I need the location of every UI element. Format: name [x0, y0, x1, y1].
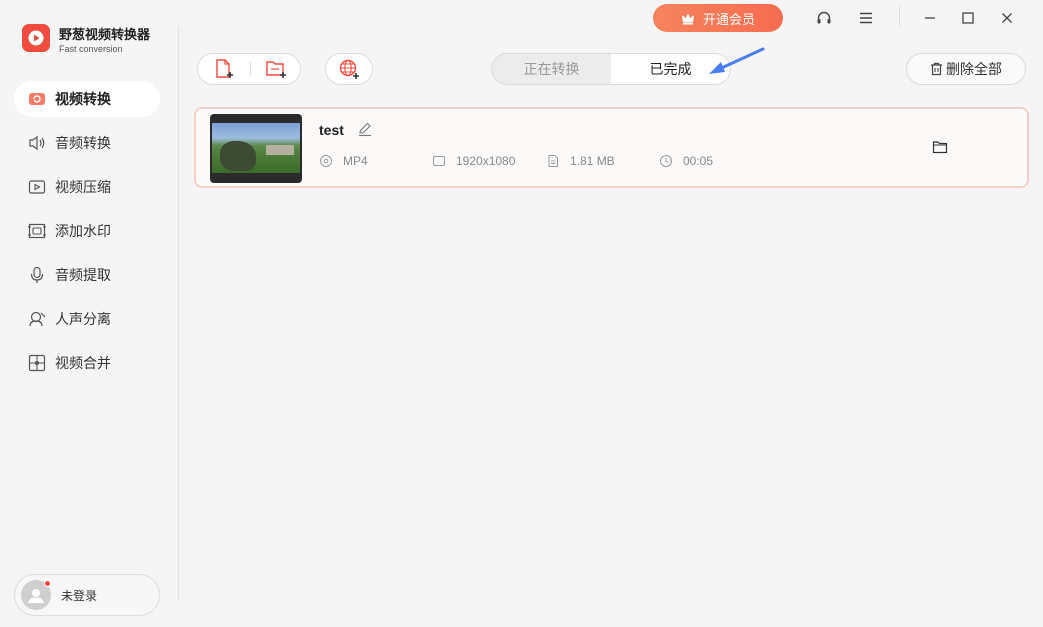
add-file-button[interactable]	[198, 54, 250, 84]
file-duration: 00:05	[659, 153, 713, 169]
sidebar-item-label: 视频压缩	[55, 179, 111, 195]
titlebar-divider	[899, 5, 900, 27]
vip-button-label: 开通会员	[702, 11, 755, 27]
sidebar: 野葱视频转换器 Fast conversion 视频转换 音频转换 视频压缩 添…	[0, 0, 178, 627]
thumbnail-detail	[220, 141, 256, 171]
app-window: 野葱视频转换器 Fast conversion 视频转换 音频转换 视频压缩 添…	[0, 0, 1043, 627]
close-icon[interactable]	[995, 6, 1019, 30]
file-duration-value: 00:05	[683, 154, 714, 168]
sidebar-item-audio-extract[interactable]: 音频提取	[14, 257, 160, 293]
sidebar-item-vocal-separate[interactable]: 人声分离	[14, 301, 160, 337]
vocal-separate-icon	[27, 309, 47, 329]
sidebar-item-label: 视频合并	[55, 355, 111, 371]
file-format: MP4	[319, 153, 368, 169]
file-name: test	[319, 122, 344, 138]
edit-name-icon[interactable]	[357, 121, 373, 142]
tab-converting[interactable]: 正在转换	[492, 54, 611, 84]
user-icon	[28, 589, 44, 603]
video-compress-icon	[27, 177, 47, 197]
crown-icon	[681, 12, 695, 25]
sidebar-item-label: 音频转换	[55, 135, 111, 151]
video-merge-icon	[27, 353, 47, 373]
web-download-button[interactable]	[325, 53, 373, 85]
clock-icon	[659, 154, 673, 168]
menu-icon[interactable]	[854, 6, 878, 30]
globe-icon	[339, 59, 359, 79]
audio-extract-icon	[27, 265, 47, 285]
sidebar-item-watermark[interactable]: 添加水印	[14, 213, 160, 249]
file-resolution: 1920x1080	[432, 153, 515, 169]
notification-dot	[44, 580, 51, 587]
sidebar-item-video-convert[interactable]: 视频转换	[14, 81, 160, 117]
thumbnail-detail	[266, 145, 294, 155]
vip-button[interactable]: 开通会员	[653, 4, 783, 32]
app-name: 野葱视频转换器	[59, 27, 151, 42]
add-folder-icon	[266, 61, 286, 78]
sidebar-item-video-merge[interactable]: 视频合并	[14, 345, 160, 381]
file-resolution-value: 1920x1080	[456, 154, 516, 168]
file-size-value: 1.81 MB	[570, 154, 615, 168]
sidebar-item-label: 添加水印	[55, 223, 111, 239]
file-size: 1.81 MB	[546, 153, 615, 169]
file-size-icon	[546, 154, 560, 168]
sidebar-item-audio-convert[interactable]: 音频转换	[14, 125, 160, 161]
video-convert-icon	[27, 89, 47, 109]
resolution-icon	[432, 154, 446, 168]
file-card[interactable]: test MP4 1920x1080 1.81 MB 00:05	[194, 107, 1029, 188]
user-login-button[interactable]: 未登录	[14, 574, 160, 616]
add-files-group	[197, 53, 301, 85]
minimize-icon[interactable]	[918, 6, 942, 30]
format-icon	[319, 154, 333, 168]
delete-all-label: 删除全部	[946, 61, 1002, 77]
delete-all-button[interactable]: 删除全部	[906, 53, 1026, 85]
annotation-arrow-icon	[709, 47, 765, 74]
maximize-icon[interactable]	[956, 6, 980, 30]
status-tabs: 正在转换 已完成	[491, 53, 731, 85]
add-folder-button[interactable]	[250, 54, 302, 84]
sidebar-item-video-compress[interactable]: 视频压缩	[14, 169, 160, 205]
sidebar-item-label: 视频转换	[55, 91, 111, 107]
audio-convert-icon	[27, 133, 47, 153]
open-folder-icon[interactable]	[932, 140, 948, 159]
add-file-icon	[216, 59, 233, 78]
video-thumbnail[interactable]	[210, 114, 302, 183]
avatar	[21, 580, 51, 610]
trash-icon	[930, 62, 943, 76]
headset-icon[interactable]	[812, 6, 836, 30]
sidebar-item-label: 人声分离	[55, 311, 111, 327]
app-logo	[22, 24, 50, 52]
sidebar-nav: 视频转换 音频转换 视频压缩 添加水印 音频提取 人声分离 视频合并	[14, 81, 160, 389]
app-subtitle: Fast conversion	[59, 44, 123, 54]
thumbnail-image	[212, 123, 300, 173]
watermark-icon	[27, 221, 47, 241]
sidebar-divider	[178, 26, 179, 601]
login-status-label: 未登录	[61, 588, 98, 603]
sidebar-item-label: 音频提取	[55, 267, 111, 283]
file-format-value: MP4	[343, 154, 368, 168]
